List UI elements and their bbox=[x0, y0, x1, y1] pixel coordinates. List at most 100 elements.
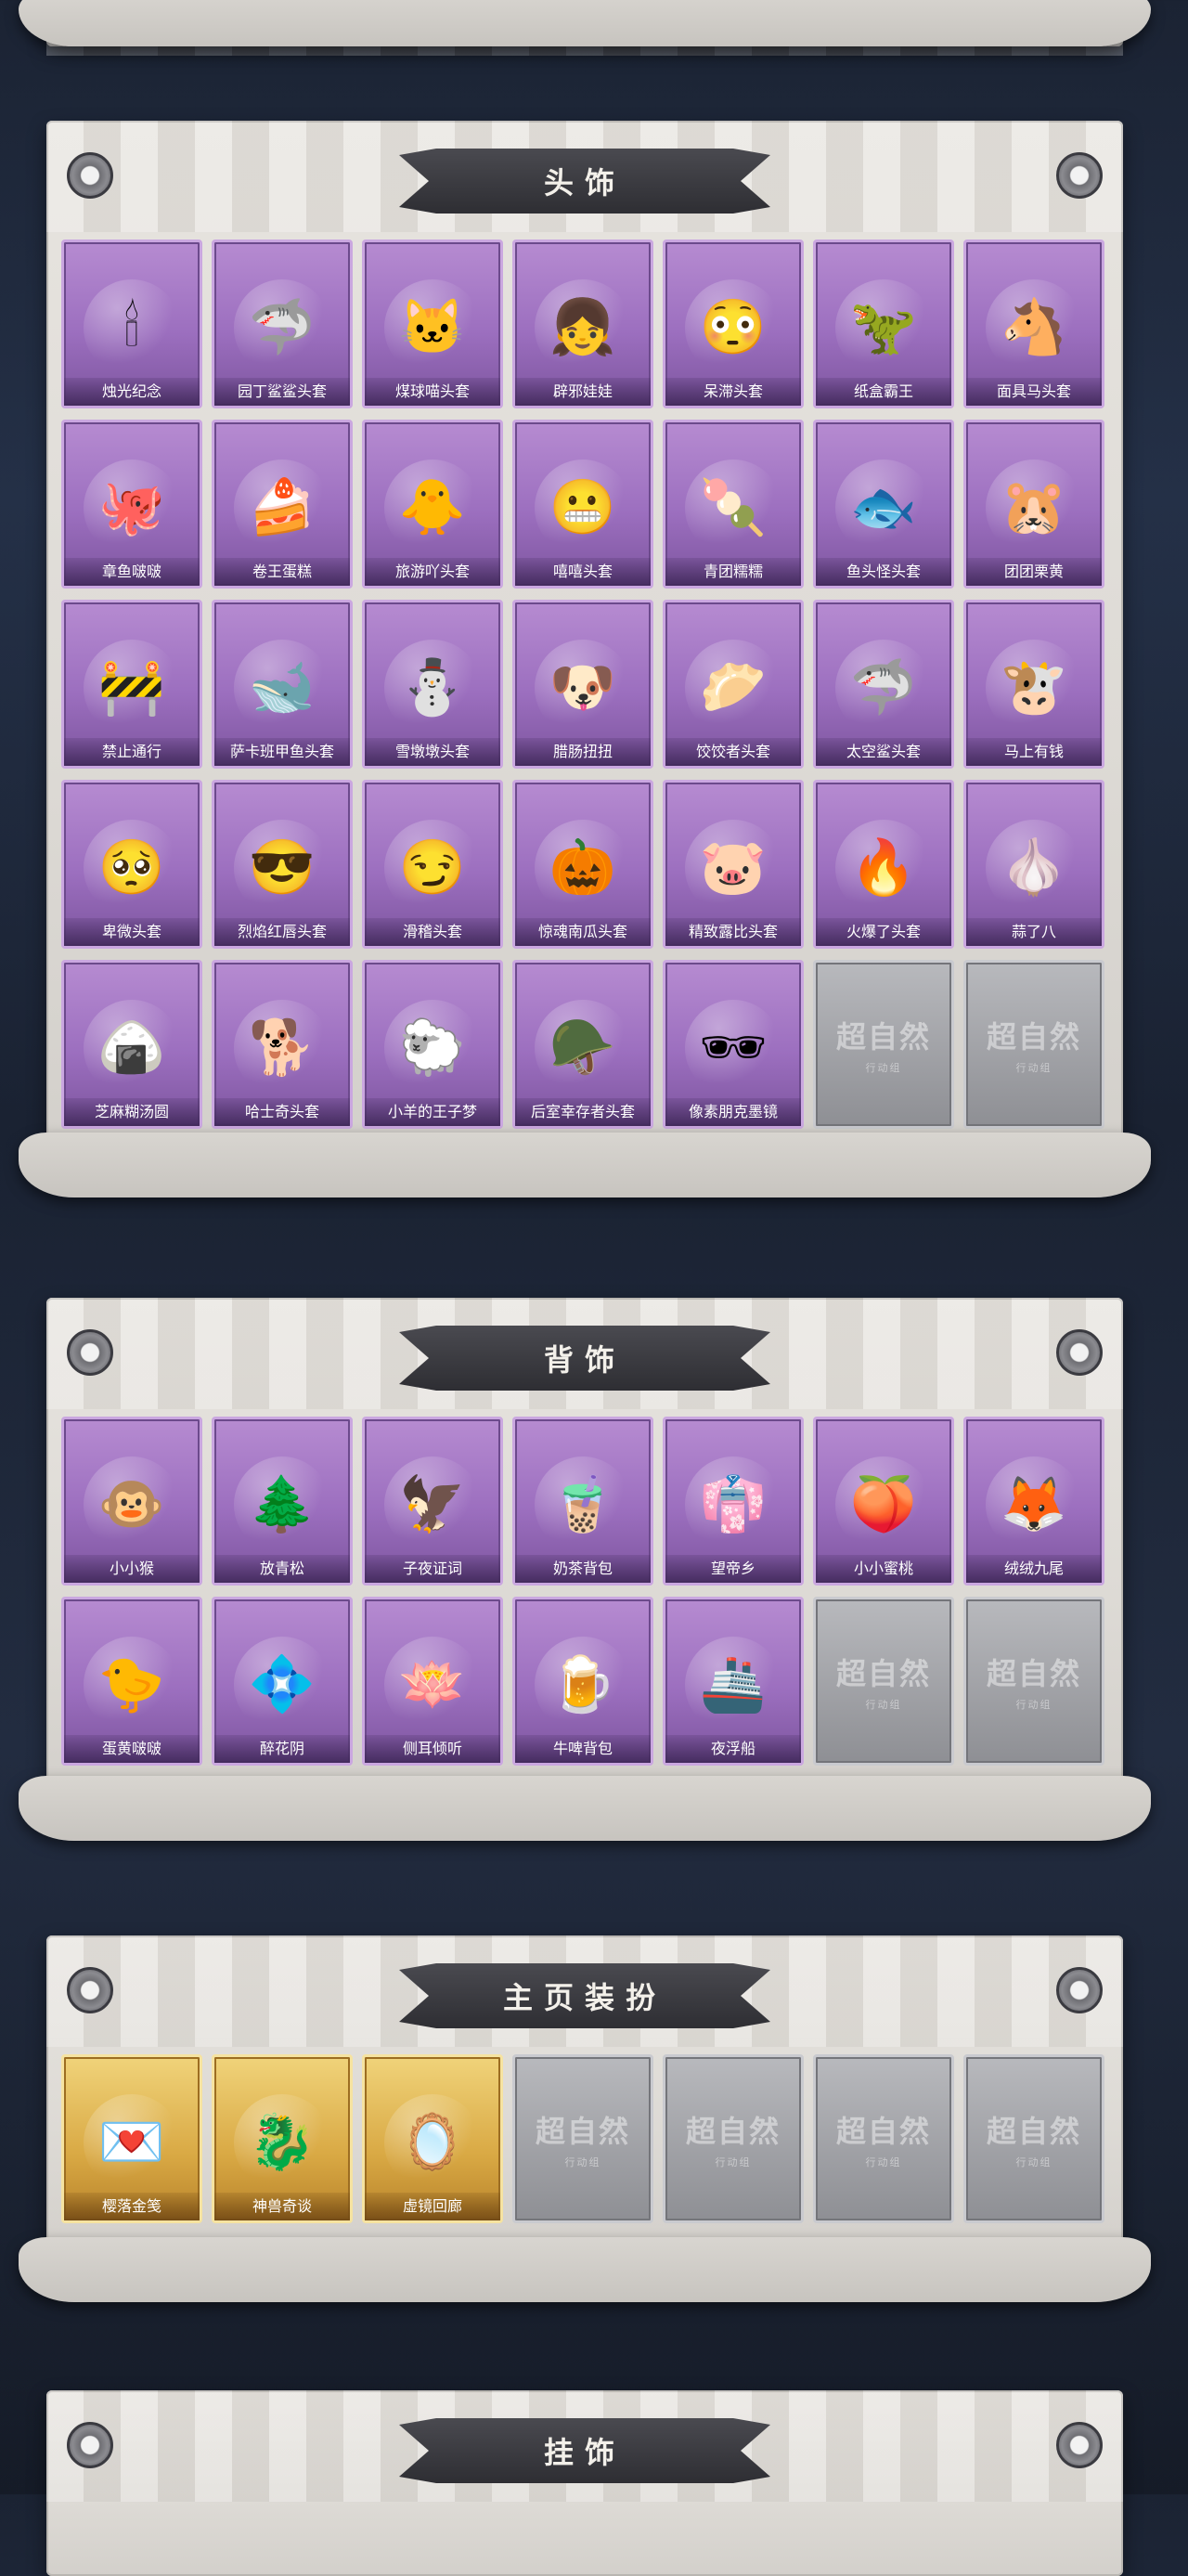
item-art-icon: 😎 bbox=[234, 819, 330, 916]
locked-card: 超自然 行动组 bbox=[813, 2054, 954, 2223]
item-label: 腊肠扭扭 bbox=[515, 738, 651, 766]
item-card[interactable]: 🧄 蒜了八 bbox=[963, 780, 1104, 949]
item-card[interactable]: 🚧 禁止通行 bbox=[61, 600, 202, 769]
watermark-subtext: 行动组 bbox=[564, 2156, 601, 2168]
item-card[interactable]: 🍙 芝麻糊汤圆 bbox=[61, 960, 202, 1129]
item-card[interactable]: 🍰 卷王蛋糕 bbox=[212, 420, 353, 589]
item-card[interactable]: 🐴 面具马头套 bbox=[963, 239, 1104, 408]
section-title: 背饰 bbox=[543, 1342, 626, 1378]
item-label: 精致露比头套 bbox=[665, 918, 801, 946]
item-art-icon: 🐮 bbox=[986, 639, 1082, 736]
item-label: 呆滞头套 bbox=[665, 378, 801, 406]
item-art-icon: 🐴 bbox=[986, 278, 1082, 376]
item-card[interactable]: 🐕 哈士奇头套 bbox=[212, 960, 353, 1129]
watermark-subtext: 行动组 bbox=[1015, 1062, 1052, 1074]
item-art-icon: 🐶 bbox=[535, 639, 631, 736]
item-card[interactable]: 🍡 青团糯糯 bbox=[663, 420, 804, 589]
item-label: 惊魂南瓜头套 bbox=[515, 918, 651, 946]
item-card[interactable]: 🐟 鱼头怪头套 bbox=[813, 420, 954, 589]
item-card[interactable]: 👘 望帝乡 bbox=[663, 1417, 804, 1586]
section-banner: 挂饰 bbox=[399, 2418, 770, 2483]
item-art-icon: 🐉 bbox=[234, 2093, 330, 2191]
item-art-icon: 🍙 bbox=[84, 999, 180, 1096]
item-card[interactable]: 🎃 惊魂南瓜头套 bbox=[512, 780, 653, 949]
item-label: 奶茶背包 bbox=[515, 1555, 651, 1583]
item-card[interactable]: 🦅 子夜证词 bbox=[362, 1417, 503, 1586]
item-card[interactable]: ⛄ 雪墩墩头套 bbox=[362, 600, 503, 769]
item-card[interactable]: 🦊 绒绒九尾 bbox=[963, 1417, 1104, 1586]
item-card[interactable]: 🍺 牛啤背包 bbox=[512, 1597, 653, 1766]
watermark-logo: 超自然 行动组 bbox=[816, 2057, 951, 2220]
item-label: 夜浮船 bbox=[665, 1735, 801, 1763]
corner-badge-icon bbox=[1056, 152, 1103, 199]
item-card[interactable]: 🐥 旅游吖头套 bbox=[362, 420, 503, 589]
item-label: 侧耳倾听 bbox=[365, 1735, 500, 1763]
item-card[interactable]: 🧋 奶茶背包 bbox=[512, 1417, 653, 1586]
item-card[interactable]: 💌 樱落金笺 bbox=[61, 2054, 202, 2223]
watermark-subtext: 行动组 bbox=[865, 1699, 902, 1711]
item-label: 蛋黄啵啵 bbox=[64, 1735, 200, 1763]
item-card[interactable]: 🐷 精致露比头套 bbox=[663, 780, 804, 949]
item-label: 像素朋克墨镜 bbox=[665, 1098, 801, 1126]
item-card[interactable]: 🐮 马上有钱 bbox=[963, 600, 1104, 769]
watermark-text: 超自然 bbox=[835, 2114, 931, 2149]
item-label: 卑微头套 bbox=[64, 918, 200, 946]
item-art-icon: 🍰 bbox=[234, 459, 330, 556]
item-card[interactable]: 😏 滑稽头套 bbox=[362, 780, 503, 949]
item-label: 太空鲨头套 bbox=[816, 738, 951, 766]
item-card[interactable]: 🥟 饺饺者头套 bbox=[663, 600, 804, 769]
item-label: 面具马头套 bbox=[966, 378, 1102, 406]
item-art-icon: 🐋 bbox=[234, 639, 330, 736]
item-card[interactable]: 🪷 侧耳倾听 bbox=[362, 1597, 503, 1766]
scroll-roll bbox=[19, 0, 1151, 46]
item-card[interactable]: 🐉 神兽奇谈 bbox=[212, 2054, 353, 2223]
item-card[interactable]: 😬 嘻嘻头套 bbox=[512, 420, 653, 589]
corner-badge-icon bbox=[67, 1967, 113, 2013]
item-label: 嘻嘻头套 bbox=[515, 558, 651, 586]
corner-badge-icon bbox=[1056, 1967, 1103, 2013]
item-card[interactable]: 🐱 煤球喵头套 bbox=[362, 239, 503, 408]
section-title: 挂饰 bbox=[543, 2435, 626, 2470]
item-art-icon: 🐹 bbox=[986, 459, 1082, 556]
item-card[interactable]: 🐵 小小猴 bbox=[61, 1417, 202, 1586]
item-label: 卷王蛋糕 bbox=[214, 558, 350, 586]
item-card[interactable]: 🔥 火爆了头套 bbox=[813, 780, 954, 949]
item-card[interactable]: 💠 醉花阴 bbox=[212, 1597, 353, 1766]
item-card[interactable]: 🦖 纸盒霸王 bbox=[813, 239, 954, 408]
item-art-icon: 🚢 bbox=[685, 1636, 781, 1733]
item-art-icon: 🌲 bbox=[234, 1456, 330, 1553]
item-card[interactable]: 😎 烈焰红唇头套 bbox=[212, 780, 353, 949]
item-art-icon: 🐥 bbox=[384, 459, 481, 556]
item-card[interactable]: 🕯 烛光纪念 bbox=[61, 239, 202, 408]
item-art-icon: 🐷 bbox=[685, 819, 781, 916]
item-card[interactable]: 🐑 小羊的王子梦 bbox=[362, 960, 503, 1129]
corner-badge-icon bbox=[67, 152, 113, 199]
item-card[interactable]: 🐙 章鱼啵啵 bbox=[61, 420, 202, 589]
item-card[interactable]: 🐶 腊肠扭扭 bbox=[512, 600, 653, 769]
item-card[interactable]: 🐤 蛋黄啵啵 bbox=[61, 1597, 202, 1766]
item-card[interactable]: 🐹 团团栗黄 bbox=[963, 420, 1104, 589]
item-label: 樱落金笺 bbox=[64, 2193, 200, 2220]
item-card[interactable]: 😳 呆滞头套 bbox=[663, 239, 804, 408]
item-art-icon: 🧋 bbox=[535, 1456, 631, 1553]
item-card[interactable]: 🕶 像素朋克墨镜 bbox=[663, 960, 804, 1129]
item-card[interactable]: 🦈 太空鲨头套 bbox=[813, 600, 954, 769]
item-card[interactable]: 🐋 萨卡班甲鱼头套 bbox=[212, 600, 353, 769]
watermark-text: 超自然 bbox=[986, 1656, 1081, 1691]
item-label: 蒜了八 bbox=[966, 918, 1102, 946]
scroll-roll bbox=[19, 2237, 1151, 2302]
watermark-text: 超自然 bbox=[835, 1019, 931, 1055]
item-card[interactable]: 👧 辟邪娃娃 bbox=[512, 239, 653, 408]
item-art-icon: 🧄 bbox=[986, 819, 1082, 916]
item-art-icon: 🦖 bbox=[835, 278, 932, 376]
item-card[interactable]: 🥺 卑微头套 bbox=[61, 780, 202, 949]
item-card[interactable]: 🪖 后室幸存者头套 bbox=[512, 960, 653, 1129]
item-label: 烛光纪念 bbox=[64, 378, 200, 406]
item-card[interactable]: 🦈 园丁鲨鲨头套 bbox=[212, 239, 353, 408]
item-card[interactable]: 🚢 夜浮船 bbox=[663, 1597, 804, 1766]
corner-badge-icon bbox=[1056, 2422, 1103, 2468]
item-card[interactable]: 🍑 小小蜜桃 bbox=[813, 1417, 954, 1586]
item-card[interactable]: 🪞 虚镜回廊 bbox=[362, 2054, 503, 2223]
item-card[interactable]: 🌲 放青松 bbox=[212, 1417, 353, 1586]
item-label: 醉花阴 bbox=[214, 1735, 350, 1763]
